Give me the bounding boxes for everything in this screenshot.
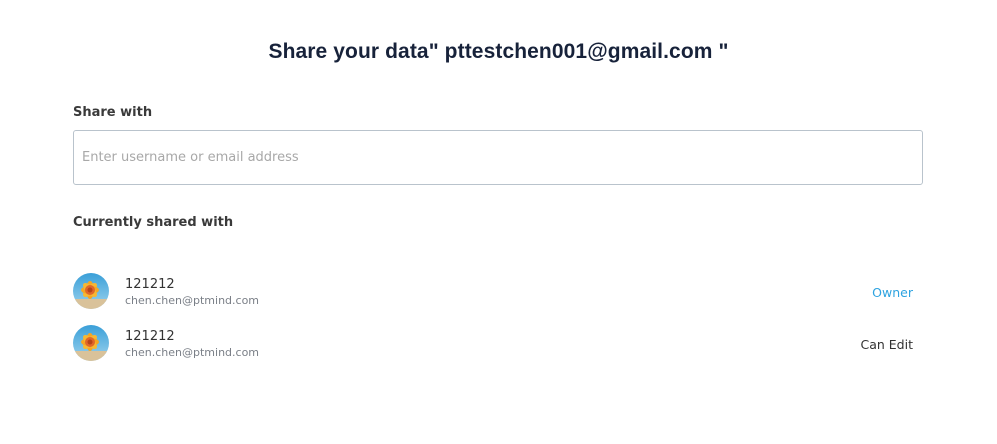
shared-user-row: 121212 chen.chen@ptmind.com Can Edit [73, 325, 923, 365]
share-with-input[interactable] [73, 130, 923, 185]
shared-user-email: chen.chen@ptmind.com [125, 294, 260, 307]
share-dialog: Share your data" pttestchen001@gmail.com… [0, 0, 997, 444]
share-with-label: Share with [73, 105, 153, 120]
dialog-title: Share your data" pttestchen001@gmail.com… [268, 40, 729, 63]
currently-shared-label: Currently shared with [73, 215, 234, 230]
shared-user-row: 121212 chen.chen@ptmind.com Owner [73, 273, 923, 313]
role-owner-button[interactable]: Owner [872, 285, 913, 300]
sunflower-avatar-icon [73, 273, 109, 309]
shared-user-name: 121212 [125, 329, 175, 344]
shared-user-email: chen.chen@ptmind.com [125, 346, 260, 359]
role-can-edit-dropdown[interactable]: Can Edit [861, 337, 914, 352]
sunflower-avatar-icon [73, 325, 109, 361]
shared-user-name: 121212 [125, 277, 175, 292]
